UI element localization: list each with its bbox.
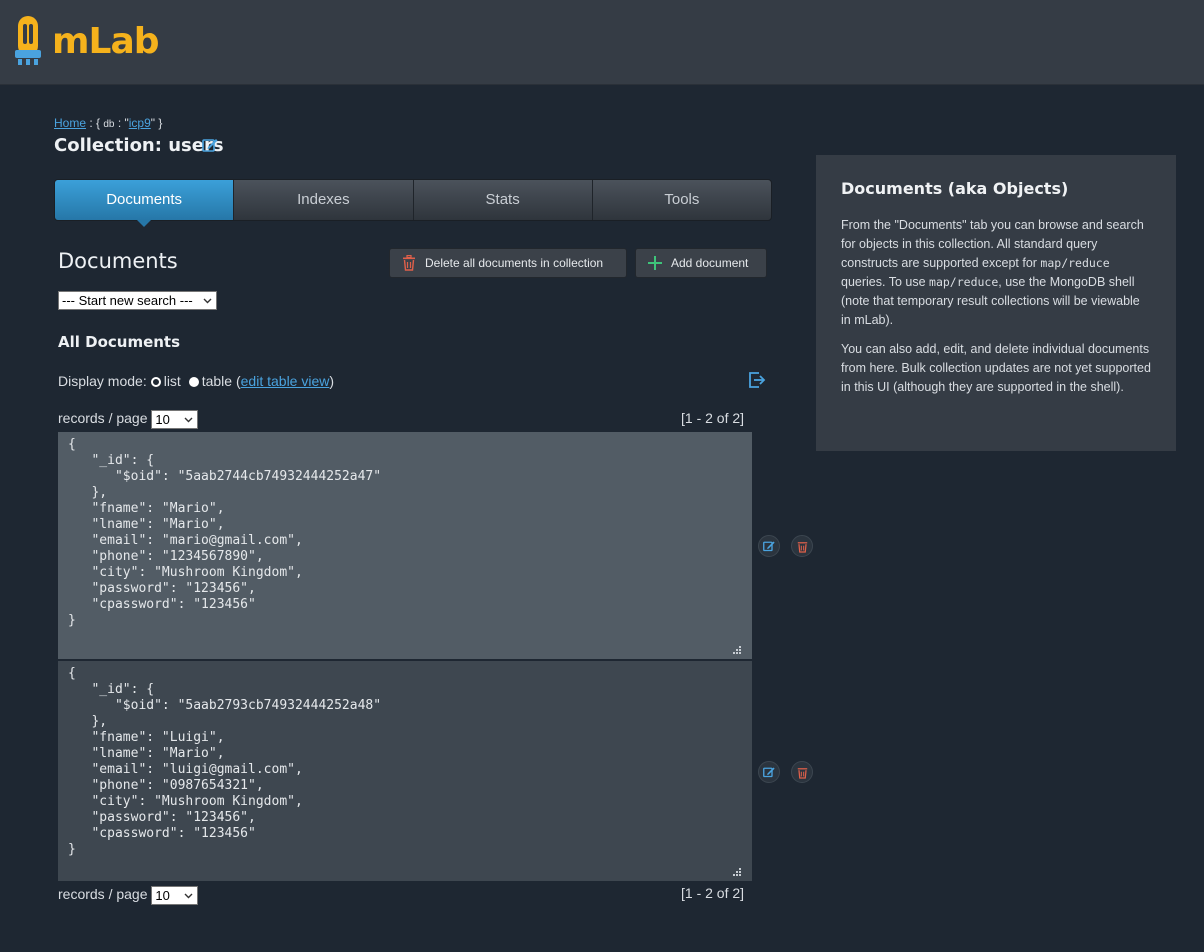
tab-documents[interactable]: Documents: [55, 180, 235, 227]
document-json[interactable]: { "_id": { "$oid": "5aab2793cb7493244425…: [68, 666, 742, 858]
page-title: Collection: users: [54, 135, 224, 156]
top-navbar: mLab: [0, 0, 1204, 85]
sidebar-title: Documents (aka Objects): [841, 179, 1069, 198]
records-per-page-label: records / page: [58, 410, 148, 427]
search-select[interactable]: --- Start new search ---: [58, 291, 217, 310]
breadcrumb-end: " }: [150, 116, 163, 130]
document-record[interactable]: { "_id": { "$oid": "5aab2744cb7493244425…: [58, 432, 752, 659]
breadcrumb-sep: : {: [86, 116, 104, 130]
tab-stats[interactable]: Stats: [414, 180, 593, 220]
tab-indexes[interactable]: Indexes: [234, 180, 414, 220]
radio-table[interactable]: [188, 377, 199, 387]
records-per-page-label: records / page: [58, 886, 148, 903]
edit-icon: [763, 767, 775, 778]
collection-tabs: Documents Indexes Stats Tools: [54, 179, 772, 227]
resize-handle-icon[interactable]: [732, 867, 742, 877]
edit-document-button[interactable]: [758, 535, 780, 557]
documents-heading: Documents: [58, 249, 178, 273]
breadcrumb-db-link[interactable]: icp9: [129, 116, 151, 130]
edit-icon: [763, 541, 775, 552]
export-icon[interactable]: [748, 371, 766, 389]
edit-table-view-link[interactable]: edit table view: [241, 373, 330, 389]
edit-document-button[interactable]: [758, 761, 780, 783]
display-mode-label: Display mode:: [58, 373, 147, 389]
sidebar-p1-code-1: map/reduce: [1040, 256, 1110, 270]
breadcrumb-home-link[interactable]: Home: [54, 116, 86, 130]
tab-tools[interactable]: Tools: [593, 180, 771, 220]
breadcrumb-db-key: db: [103, 119, 115, 130]
records-range-bottom: [1 - 2 of 2]: [681, 885, 745, 901]
breadcrumb: Home : { db : "icp9" }: [54, 116, 162, 130]
display-mode: Display mode: list table (edit table view…: [58, 373, 334, 389]
resize-handle-icon[interactable]: [732, 645, 742, 655]
radio-list[interactable]: [150, 377, 161, 387]
delete-document-button[interactable]: [791, 535, 813, 557]
records-per-page-value: 10: [155, 412, 170, 427]
document-json[interactable]: { "_id": { "$oid": "5aab2744cb7493244425…: [68, 437, 742, 629]
sidebar-paragraph-1: From the "Documents" tab you can browse …: [841, 216, 1151, 330]
delete-document-button[interactable]: [791, 761, 813, 783]
logo-lab: Lab: [88, 21, 160, 62]
delete-all-documents-button[interactable]: Delete all documents in collection: [389, 248, 627, 278]
add-document-button[interactable]: Add document: [635, 248, 767, 278]
edit-table-view-close: ): [329, 373, 335, 389]
records-per-page-value: 10: [155, 888, 170, 903]
all-documents-heading: All Documents: [58, 333, 181, 351]
search-select-value: --- Start new search ---: [62, 293, 193, 308]
chevron-down-icon: [184, 417, 193, 423]
sidebar-p1-b: queries. To use: [841, 275, 930, 289]
help-sidebar: Documents (aka Objects) From the "Docume…: [816, 155, 1176, 451]
mode-list-label: list: [163, 373, 181, 389]
records-per-page-select[interactable]: 10: [151, 410, 199, 429]
chevron-down-icon: [203, 298, 212, 304]
plus-icon: [648, 256, 662, 270]
sidebar-paragraph-2: You can also add, edit, and delete indiv…: [841, 342, 1151, 394]
mode-table-label: table: [201, 373, 233, 389]
add-document-label: Add document: [671, 256, 749, 270]
trash-icon: [797, 767, 807, 779]
records-per-page-bottom: records / page 10: [58, 886, 199, 905]
trash-icon: [797, 541, 807, 553]
mlab-logo-text[interactable]: mLab: [52, 18, 160, 66]
records-per-page-select[interactable]: 10: [151, 886, 199, 905]
logo-m: m: [52, 21, 90, 62]
mlab-logo-icon[interactable]: [14, 14, 42, 68]
document-record[interactable]: { "_id": { "$oid": "5aab2793cb7493244425…: [58, 661, 752, 881]
records-per-page-top: records / page 10: [58, 410, 199, 429]
delete-all-label: Delete all documents in collection: [425, 256, 604, 270]
sidebar-p1-code-2: map/reduce: [929, 275, 999, 289]
trash-icon: [403, 255, 415, 271]
edit-icon[interactable]: [202, 137, 218, 153]
records-range-top: [1 - 2 of 2]: [681, 410, 745, 426]
chevron-down-icon: [184, 893, 193, 899]
breadcrumb-db-mid: : ": [114, 116, 129, 130]
